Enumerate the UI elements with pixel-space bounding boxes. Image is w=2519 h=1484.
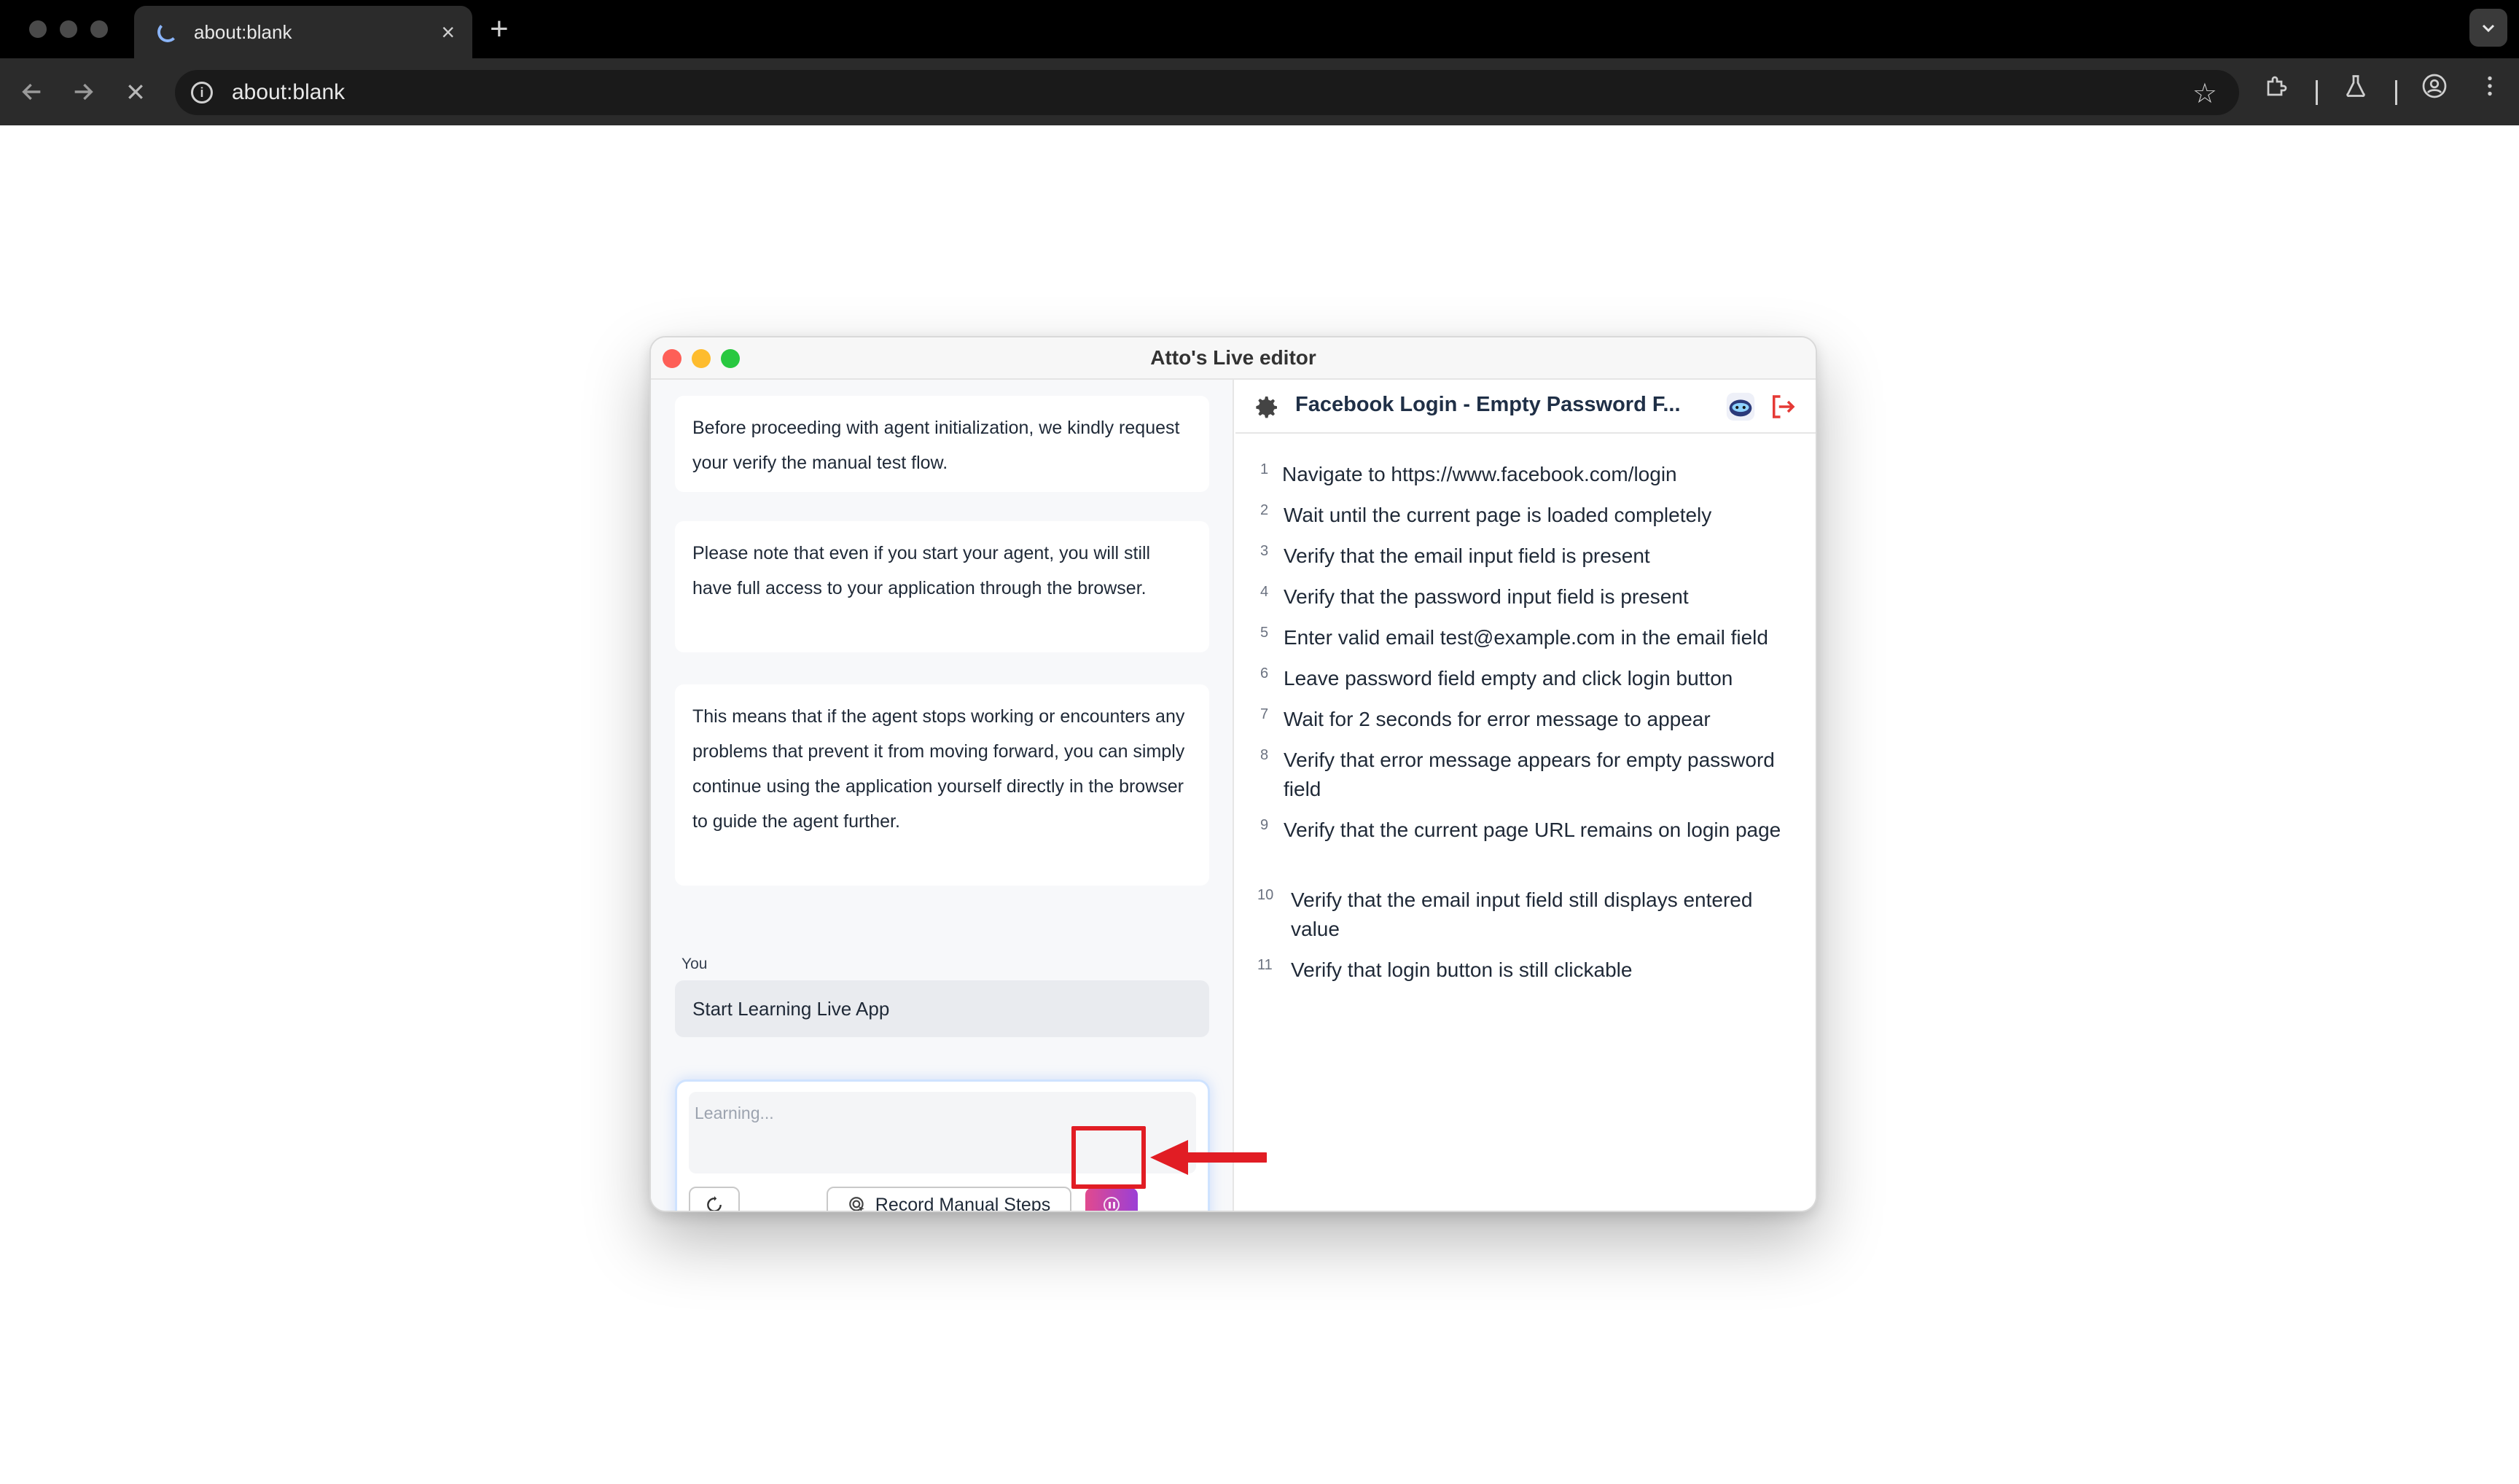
step-number: 4 xyxy=(1260,584,1269,600)
step-number: 5 xyxy=(1260,625,1269,641)
stop-loading-button[interactable] xyxy=(115,71,156,112)
back-button[interactable] xyxy=(12,71,52,112)
robot-icon[interactable] xyxy=(1724,390,1757,423)
tab-close-icon[interactable]: × xyxy=(441,19,455,45)
gear-icon[interactable] xyxy=(1251,393,1281,422)
profile-icon xyxy=(2422,74,2447,98)
step-number: 2 xyxy=(1260,502,1269,518)
test-header: Facebook Login - Empty Password F... xyxy=(1235,380,1816,434)
step-text: Verify that error message appears for em… xyxy=(1284,749,1775,800)
address-bar-url: about:blank xyxy=(232,80,345,104)
forward-arrow-icon xyxy=(74,83,93,101)
step-number: 6 xyxy=(1260,665,1269,682)
step-text: Enter valid email test@example.com in th… xyxy=(1284,626,1768,649)
new-tab-button[interactable]: + xyxy=(490,10,509,48)
step-number: 11 xyxy=(1257,957,1273,973)
step-text: Verify that the current page URL remains… xyxy=(1284,819,1781,841)
assistant-message: Please note that even if you start your … xyxy=(675,521,1209,652)
step-text: Navigate to https://www.facebook.com/log… xyxy=(1282,463,1677,485)
tab-search-button[interactable] xyxy=(2469,9,2507,47)
browser-menu-button[interactable] xyxy=(2477,73,2503,106)
step-number: 10 xyxy=(1257,887,1274,903)
step-number: 7 xyxy=(1260,706,1269,722)
record-cursor-icon xyxy=(848,1197,864,1211)
pause-icon xyxy=(1104,1197,1120,1211)
menu-kebab-icon xyxy=(2488,76,2492,96)
bookmark-star-icon[interactable]: ☆ xyxy=(2192,77,2217,110)
window-minimize-dot[interactable] xyxy=(60,20,77,38)
reset-button[interactable] xyxy=(689,1187,740,1211)
window-zoom-dot[interactable] xyxy=(90,20,108,38)
annotation-highlight-box xyxy=(1071,1126,1146,1189)
toolbar-separator xyxy=(2395,80,2397,105)
record-button-label: Record Manual Steps xyxy=(875,1194,1051,1212)
window-close-dot[interactable] xyxy=(29,20,47,38)
stop-learning-button[interactable] xyxy=(1085,1188,1138,1211)
profile-button[interactable] xyxy=(2421,73,2448,106)
back-arrow-icon xyxy=(22,83,41,101)
extensions-button[interactable] xyxy=(2264,73,2290,106)
browser-tab-bar: about:blank × + xyxy=(0,0,2519,58)
step-text: Verify that the password input field is … xyxy=(1284,585,1689,608)
user-message: Start Learning Live App xyxy=(675,980,1209,1037)
step-text: Leave password field empty and click log… xyxy=(1284,667,1733,690)
refresh-icon xyxy=(707,1196,722,1211)
test-steps-pane: Facebook Login - Empty Password F... 1 N… xyxy=(1235,380,1816,1211)
toolbar-separator xyxy=(2316,80,2318,105)
tab-title: about:blank xyxy=(194,20,292,43)
stop-loading-icon xyxy=(128,85,143,99)
site-info-icon[interactable]: i xyxy=(191,82,213,104)
editor-titlebar: Atto's Live editor xyxy=(651,337,1816,380)
forward-button[interactable] xyxy=(63,71,104,112)
record-manual-steps-button[interactable]: Record Manual Steps xyxy=(827,1187,1071,1212)
step-number: 8 xyxy=(1260,747,1269,763)
browser-tab[interactable]: about:blank × xyxy=(134,6,472,58)
assistant-message: Before proceeding with agent initializat… xyxy=(675,396,1209,492)
user-label: You xyxy=(682,956,708,972)
step-text: Verify that the email input field is pre… xyxy=(1284,544,1650,567)
step-number: 9 xyxy=(1260,817,1269,833)
annotation-arrow-icon xyxy=(1150,1140,1267,1175)
editor-window-title: Atto's Live editor xyxy=(1150,346,1316,369)
labs-flask-icon xyxy=(2346,75,2365,97)
loading-spinner-icon xyxy=(157,22,178,42)
step-text: Verify that login button is still clicka… xyxy=(1291,958,1633,981)
address-bar[interactable]: i about:blank ☆ xyxy=(175,70,2239,115)
chat-pane: Before proceeding with agent initializat… xyxy=(651,380,1234,1211)
labs-button[interactable] xyxy=(2343,73,2369,106)
chevron-down-icon xyxy=(2482,24,2495,33)
step-number: 3 xyxy=(1260,543,1269,559)
exit-icon[interactable] xyxy=(1768,391,1798,422)
browser-toolbar: i about:blank ☆ xyxy=(0,58,2519,125)
step-text: Verify that the email input field still … xyxy=(1291,889,1753,940)
test-title: Facebook Login - Empty Password F... xyxy=(1295,393,1681,416)
live-editor-window: Atto's Live editor Before proceeding wit… xyxy=(649,336,1817,1212)
step-text: Wait until the current page is loaded co… xyxy=(1284,504,1712,526)
step-text: Wait for 2 seconds for error message to … xyxy=(1284,708,1711,730)
step-number: 1 xyxy=(1260,461,1269,477)
extensions-icon xyxy=(2267,76,2287,96)
assistant-message: This means that if the agent stops worki… xyxy=(675,684,1209,886)
